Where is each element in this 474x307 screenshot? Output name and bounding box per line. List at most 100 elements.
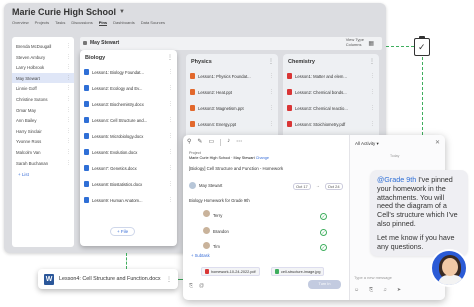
student-item-selected[interactable]: May Stewart ⋮ bbox=[12, 72, 74, 84]
more-icon[interactable]: ⋮ bbox=[269, 121, 274, 127]
file-item[interactable]: Lesson1: Matter and elem... ⋮ bbox=[287, 68, 375, 84]
mention-tag[interactable]: @Grade 9th bbox=[377, 175, 416, 184]
edit-icon[interactable]: ✎ bbox=[197, 138, 202, 146]
more-icon[interactable]: ⋯ bbox=[236, 138, 242, 146]
more-icon[interactable]: ⋮ bbox=[269, 73, 274, 79]
nav-discussions[interactable]: Discussions bbox=[71, 20, 92, 26]
add-subtask-link[interactable]: + Subtask bbox=[191, 253, 210, 258]
file-item[interactable]: Lesson4: Cell Structure and... ⋮ bbox=[84, 112, 173, 128]
student-item[interactable]: Harry Sinclair ⋮ bbox=[12, 126, 74, 137]
more-icon[interactable]: ⋮ bbox=[66, 85, 71, 91]
nav-tasks[interactable]: Tasks bbox=[55, 20, 65, 26]
more-icon[interactable]: ⋮ bbox=[66, 160, 71, 166]
file-item[interactable]: Lesson4: Energy.ppt ⋮ bbox=[190, 116, 274, 132]
more-icon[interactable]: ⋮ bbox=[168, 85, 173, 91]
paperclip-icon[interactable]: ⎘ bbox=[369, 287, 373, 293]
more-icon[interactable]: ⋮ bbox=[66, 64, 71, 70]
subtask-name[interactable]: Tim bbox=[213, 244, 220, 249]
nav-data-sources[interactable]: Data Sources bbox=[141, 20, 165, 26]
school-switcher[interactable]: Marie Curie High School ▼ bbox=[12, 7, 378, 17]
file-item[interactable]: Lesson7: Genetics.docx ⋮ bbox=[84, 160, 173, 176]
start-date[interactable]: Oct 17 bbox=[293, 183, 311, 190]
mention-icon[interactable]: @ bbox=[199, 283, 204, 289]
attachment-pdf[interactable]: homework-10-24-2022.pdf bbox=[201, 267, 260, 276]
more-icon[interactable]: ⋮ bbox=[66, 117, 71, 123]
student-item[interactable]: Yvonne Ross ⋮ bbox=[12, 136, 74, 147]
more-icon[interactable]: ⋮ bbox=[66, 43, 71, 49]
file-item[interactable]: Lesson5: Microbiology.docx ⋮ bbox=[84, 128, 173, 144]
file-item[interactable]: Lesson4: Stoichiometry.pdf ⋮ bbox=[287, 116, 375, 132]
file-item[interactable]: Lesson1: Physics Foundat... ⋮ bbox=[190, 68, 274, 84]
end-date[interactable]: Oct 24 bbox=[324, 183, 343, 190]
check-circle-icon[interactable]: ✓ bbox=[320, 244, 327, 251]
more-icon[interactable]: ⋮ bbox=[370, 121, 375, 127]
more-icon[interactable]: ⋮ bbox=[168, 197, 173, 203]
file-item[interactable]: Lesson3: Chemical reactio... ⋮ bbox=[287, 100, 375, 116]
check-circle-icon[interactable]: ✓ bbox=[320, 213, 327, 220]
student-item[interactable]: Ann Bailey ⋮ bbox=[12, 115, 74, 126]
student-item[interactable]: Larry Holbrook ⋮ bbox=[12, 62, 74, 73]
close-icon[interactable]: ✕ bbox=[435, 139, 440, 146]
change-project-link[interactable]: Change bbox=[256, 156, 269, 160]
activity-filter[interactable]: All Activity ▾ bbox=[350, 135, 445, 153]
more-icon[interactable]: ⋮ bbox=[66, 75, 71, 81]
nav-overview[interactable]: Overview bbox=[12, 20, 29, 26]
nav-pins[interactable]: Pins bbox=[98, 20, 108, 26]
file-item[interactable]: Lesson3: Magnetism.ppt ⋮ bbox=[190, 100, 274, 116]
archive-icon[interactable]: ▭ bbox=[208, 138, 214, 146]
send-icon[interactable]: ➤ bbox=[397, 287, 401, 293]
more-icon[interactable]: ⋮ bbox=[370, 73, 375, 79]
file-item[interactable]: Lesson2: Ecology and Ev... ⋮ bbox=[84, 80, 173, 96]
more-icon[interactable]: ⋮ bbox=[66, 96, 71, 102]
more-icon[interactable]: ⋮ bbox=[168, 181, 173, 187]
check-circle-icon[interactable]: ✓ bbox=[320, 229, 327, 236]
more-icon[interactable]: ⋮ bbox=[369, 58, 375, 65]
more-icon[interactable]: ⋮ bbox=[168, 117, 173, 123]
more-icon[interactable]: ⋮ bbox=[167, 54, 173, 61]
more-icon[interactable]: ⋮ bbox=[66, 128, 71, 134]
turn-in-button[interactable]: Turn In bbox=[308, 280, 341, 289]
more-icon[interactable]: ⋮ bbox=[166, 276, 172, 283]
file-item[interactable]: Lesson1: Biology Foundat... ⋮ bbox=[84, 64, 173, 80]
emoji-icon[interactable]: ☺ bbox=[354, 287, 359, 293]
file-item[interactable]: Lesson3: Biochemistry.docx ⋮ bbox=[84, 96, 173, 112]
link-icon[interactable]: ⚲ bbox=[187, 138, 191, 146]
more-icon[interactable]: ⋮ bbox=[268, 58, 274, 65]
task-assignee[interactable]: May Stewart bbox=[189, 182, 222, 189]
more-icon[interactable]: ⋮ bbox=[168, 165, 173, 171]
more-icon[interactable]: ⋮ bbox=[269, 89, 274, 95]
more-icon[interactable]: ⋮ bbox=[168, 101, 173, 107]
grid-view-icon[interactable]: ▦ bbox=[368, 40, 374, 47]
student-item[interactable]: Linnie Goff ⋮ bbox=[12, 83, 74, 94]
more-icon[interactable]: ⋮ bbox=[370, 89, 375, 95]
more-icon[interactable]: ⋮ bbox=[66, 54, 71, 60]
mic-icon[interactable]: ♫ bbox=[383, 287, 387, 293]
message-input[interactable]: Type a new message bbox=[354, 275, 392, 280]
student-item[interactable]: Malcolm Van ⋮ bbox=[12, 147, 74, 158]
file-item[interactable]: Lesson9: Human Anatom... ⋮ bbox=[84, 192, 173, 208]
student-item[interactable]: Omar May ⋮ bbox=[12, 105, 74, 116]
subtask-name[interactable]: Brandon bbox=[213, 229, 229, 234]
subtask-name[interactable]: Terry bbox=[213, 213, 222, 218]
student-item[interactable]: Christine Sutons ⋮ bbox=[12, 94, 74, 105]
attachment-image[interactable]: cell-structure-image.jpg bbox=[271, 267, 325, 276]
file-item[interactable]: Lesson6: Evolution.docx ⋮ bbox=[84, 144, 173, 160]
view-type-select[interactable]: View Type Columns bbox=[346, 37, 364, 47]
more-icon[interactable]: ⋮ bbox=[269, 105, 274, 111]
nav-dashboards[interactable]: Dashboards bbox=[113, 20, 135, 26]
more-icon[interactable]: ⋮ bbox=[66, 138, 71, 144]
student-item[interactable]: Brenda McDougall ⋮ bbox=[12, 41, 74, 52]
file-item[interactable]: Lesson8: Biostatistics.docx ⋮ bbox=[84, 176, 173, 192]
more-icon[interactable]: ⋮ bbox=[66, 149, 71, 155]
more-icon[interactable]: ⋮ bbox=[168, 149, 173, 155]
file-item[interactable]: Lesson2: Chemical bonds... ⋮ bbox=[287, 84, 375, 100]
more-icon[interactable]: ⋮ bbox=[168, 133, 173, 139]
add-list-button[interactable]: + List bbox=[12, 168, 74, 181]
dragged-file-chip[interactable]: W Lesson4: Cell Structure and Function.d… bbox=[38, 269, 178, 289]
task-title[interactable]: [Biology] Cell Structure and Function - … bbox=[189, 166, 283, 171]
more-icon[interactable]: ⋮ bbox=[168, 69, 173, 75]
student-item[interactable]: Steven Ambury ⋮ bbox=[12, 52, 74, 63]
nav-projects[interactable]: Projects bbox=[35, 20, 49, 26]
file-item[interactable]: Lesson2: Heat.ppt ⋮ bbox=[190, 84, 274, 100]
attach-icon[interactable]: ⎘ bbox=[189, 283, 193, 289]
